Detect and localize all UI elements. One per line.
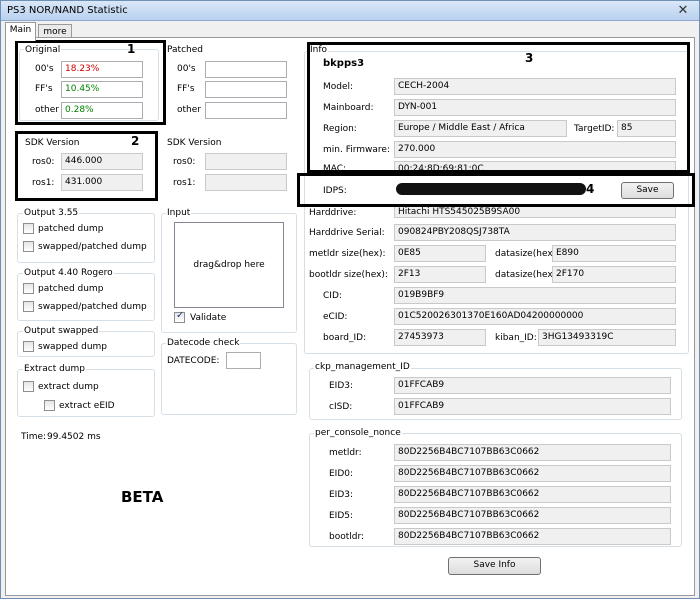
nonce-title: per_console_nonce [314,428,402,438]
nonce-eid0-label: EID0: [329,469,354,479]
cid-field[interactable]: 019B9BF9 [394,287,676,304]
tab-main[interactable]: Main [5,22,36,41]
validate-checkbox[interactable] [174,310,185,323]
sdk-right-ros1-label: ros1: [173,178,196,188]
title-bar: PS3 NOR/NAND Statistic ✕ [1,1,699,21]
output440-patched-checkbox[interactable] [23,283,34,294]
nonce-metldr-field[interactable]: 80D2256B4BC7107BB63C0662 [394,444,671,461]
output440-patched-label: patched dump [38,284,104,294]
metldr-field[interactable]: 0E85 [394,245,486,262]
beta-label: BETA [121,488,164,506]
input-title: Input [166,208,192,218]
patched-ff-label: FF's [177,84,195,94]
save-info-button[interactable]: Save Info [448,557,541,575]
nonce-eid3-field[interactable]: 80D2256B4BC7107BB63C0662 [394,486,671,503]
extract-eeid-label: extract eEID [59,401,115,411]
hdd-serial-label: Harddrive Serial: [309,228,385,238]
harddrive-label: Harddrive: [309,208,357,218]
validate-label: Validate [190,313,227,323]
annotation-number-2: 2 [131,134,140,148]
window-title: PS3 NOR/NAND Statistic [7,5,128,16]
nonce-eid5-field[interactable]: 80D2256B4BC7107BB63C0662 [394,507,671,524]
app-window: PS3 NOR/NAND Statistic ✕ Main more Origi… [0,0,700,599]
patched-other-label: other [177,105,201,115]
datasize1-label: datasize(hex): [495,249,560,259]
output355-title: Output 3.55 [23,208,80,218]
datecode-title: Datecode check [166,338,241,348]
output355-group [17,213,155,263]
bootldr-label: bootldr size(hex): [309,270,388,280]
ckp-cisd-field[interactable]: 01FFCAB9 [394,398,671,415]
nonce-eid5-label: EID5: [329,511,354,521]
extract-eeid-checkbox[interactable] [44,400,55,411]
annotation-number-3: 3 [525,51,534,65]
ecid-field[interactable]: 01C520026301370E160AD04200000000 [394,308,676,325]
nonce-eid0-field[interactable]: 80D2256B4BC7107BB63C0662 [394,465,671,482]
annotation-number-4: 4 [586,182,595,196]
bootldr-field[interactable]: 2F13 [394,266,486,283]
kibanid-field[interactable]: 3HG13493319C [538,329,676,346]
nonce-eid3-label: EID3: [329,490,354,500]
output440-group [17,273,155,321]
output440-title: Output 4.40 Rogero [23,268,114,278]
ckp-eid3-label: EID3: [329,381,354,391]
nonce-bootldr-label: bootldr: [329,532,365,542]
extract-dump-label: extract dump [38,382,99,392]
patched-00-label: 00's [177,64,196,74]
annotation-number-1: 1 [127,42,136,56]
datecode-label: DATECODE: [167,356,220,366]
time-label: Time: [21,432,47,442]
patched-00-field[interactable] [205,61,287,78]
datasize2-field[interactable]: 2F170 [552,266,676,283]
time-value: 99.4502 ms [47,432,101,442]
kibanid-label: kiban_ID: [495,333,537,343]
sdk-right-ros1-field[interactable] [205,174,287,191]
swapped-dump-label: swapped dump [38,342,107,352]
patched-title: Patched [166,45,204,55]
drag-drop-area[interactable]: drag&drop here [174,222,284,308]
output355-swapped-label: swapped/patched dump [38,242,147,252]
extract-title: Extract dump [23,364,86,374]
output-swapped-title: Output swapped [23,326,100,336]
sdk-right-ros0-label: ros0: [173,157,196,167]
output355-patched-checkbox[interactable] [23,223,34,234]
sdk-right-title: SDK Version [166,138,223,148]
metldr-label: metldr size(hex): [309,249,386,259]
datasize1-field[interactable]: E890 [552,245,676,262]
cid-label: CID: [323,291,342,301]
swapped-dump-checkbox[interactable] [23,341,34,352]
boardid-field[interactable]: 27453973 [394,329,486,346]
datecode-input[interactable] [226,352,261,369]
sdk-right-ros0-field[interactable] [205,153,287,170]
output355-patched-label: patched dump [38,224,104,234]
nonce-bootldr-field[interactable]: 80D2256B4BC7107BB63C0662 [394,528,671,545]
hdd-serial-field[interactable]: 090824PBY208QSJ738TA [394,224,676,241]
datasize2-label: datasize(hex): [495,270,560,280]
ecid-label: eCID: [323,312,348,322]
output355-swapped-checkbox[interactable] [23,241,34,252]
annotation-box-4 [297,173,695,207]
output440-swapped-checkbox[interactable] [23,301,34,312]
annotation-box-3 [307,42,690,173]
patched-other-field[interactable] [205,102,287,119]
nonce-metldr-label: metldr: [329,448,362,458]
output440-swapped-label: swapped/patched dump [38,302,147,312]
ckp-eid3-field[interactable]: 01FFCAB9 [394,377,671,394]
ckp-title: ckp_management_ID [314,362,411,372]
ckp-cisd-label: cISD: [329,402,353,412]
close-icon[interactable]: ✕ [673,3,693,19]
boardid-label: board_ID: [323,333,367,343]
annotation-box-1 [15,40,166,125]
patched-ff-field[interactable] [205,81,287,98]
extract-dump-checkbox[interactable] [23,381,34,392]
